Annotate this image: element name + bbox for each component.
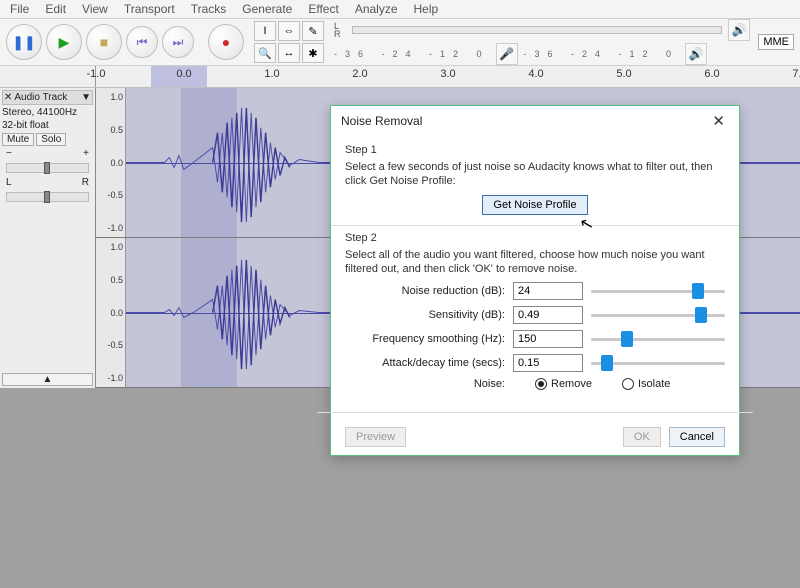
noise-removal-dialog: Noise Removal ✕ Step 1 Select a few seco…: [330, 105, 740, 456]
host-select[interactable]: MME: [758, 34, 794, 50]
mute-button[interactable]: Mute: [2, 133, 34, 146]
speaker2-icon[interactable]: 🔊: [685, 43, 707, 65]
record-button[interactable]: ●: [208, 24, 244, 60]
solo-button[interactable]: Solo: [36, 133, 66, 146]
skip-end-button[interactable]: ⏭: [162, 26, 194, 58]
time-ruler[interactable]: -1.0 0.0 1.0 2.0 3.0 4.0 5.0 6.0 7.0: [96, 66, 800, 87]
cancel-button[interactable]: Cancel: [669, 427, 725, 447]
envelope-tool-icon[interactable]: ⇔: [278, 21, 300, 41]
meter-ticks-in: -36 -24 -12 0: [524, 49, 680, 59]
draw-tool-icon[interactable]: ✎: [302, 21, 324, 41]
menu-transport[interactable]: Transport: [118, 2, 181, 16]
menu-analyze[interactable]: Analyze: [349, 2, 404, 16]
gain-plus: +: [83, 148, 89, 159]
freq-smoothing-input[interactable]: [513, 330, 583, 348]
timeshift-tool-icon[interactable]: ↔: [278, 43, 300, 63]
pan-slider[interactable]: [6, 192, 89, 202]
isolate-radio-label: Isolate: [638, 378, 670, 390]
attack-decay-slider[interactable]: [591, 354, 725, 372]
menu-bar: File Edit View Transport Tracks Generate…: [0, 0, 800, 18]
input-meter: -36 -24 -12 0 🎤 -36 -24 -12 0 🔊: [334, 43, 750, 65]
menu-file[interactable]: File: [4, 2, 35, 16]
menu-tracks[interactable]: Tracks: [185, 2, 233, 16]
menu-generate[interactable]: Generate: [236, 2, 298, 16]
step1-heading: Step 1: [345, 144, 725, 156]
close-icon[interactable]: ✕: [708, 112, 729, 130]
track-format2: 32-bit float: [2, 120, 93, 131]
freq-smoothing-slider[interactable]: [591, 330, 725, 348]
get-noise-profile-button[interactable]: Get Noise Profile: [482, 195, 587, 215]
track-control-panel: ✕ Audio Track ▼ Stereo, 44100Hz 32-bit f…: [0, 88, 96, 388]
edit-tools: I ⇔ ✎ 🔍 ↔ ✱: [254, 21, 324, 63]
freq-smoothing-label: Frequency smoothing (Hz):: [345, 333, 505, 345]
pan-l: L: [6, 177, 12, 188]
mic-icon[interactable]: 🎤: [496, 43, 518, 65]
step1-desc: Select a few seconds of just noise so Au…: [345, 160, 725, 189]
tick: 4.0: [528, 68, 543, 80]
speaker-icon[interactable]: 🔊: [728, 19, 750, 41]
track-menu-icon[interactable]: ▼: [81, 92, 91, 103]
toolbar: ❚❚ ▶ ■ ⏮ ⏭ ● I ⇔ ✎ 🔍 ↔ ✱ LR 🔊 -36 -24 -1…: [0, 18, 800, 66]
menu-edit[interactable]: Edit: [39, 2, 72, 16]
track-close-icon[interactable]: ✕: [4, 92, 12, 103]
pan-r: R: [82, 177, 89, 188]
ok-button[interactable]: OK: [623, 427, 661, 447]
meters: LR 🔊 -36 -24 -12 0 🎤 -36 -24 -12 0 🔊: [334, 19, 750, 65]
noise-reduction-label: Noise reduction (dB):: [345, 285, 505, 297]
sensitivity-input[interactable]: [513, 306, 583, 324]
pause-button[interactable]: ❚❚: [6, 24, 42, 60]
isolate-radio[interactable]: [622, 378, 634, 390]
attack-decay-label: Attack/decay time (secs):: [345, 357, 505, 369]
step2-heading: Step 2: [345, 232, 725, 244]
selection-tool-icon[interactable]: I: [254, 21, 276, 41]
gain-minus: −: [6, 148, 12, 159]
step2-desc: Select all of the audio you want filtere…: [345, 248, 725, 277]
output-meter: LR 🔊: [334, 19, 750, 41]
tick: 2.0: [352, 68, 367, 80]
meter-ticks-out: -36 -24 -12 0: [334, 49, 490, 59]
tick: -1.0: [87, 68, 106, 80]
track-collapse-icon[interactable]: ▲: [2, 373, 93, 386]
menu-view[interactable]: View: [76, 2, 114, 16]
tick: 0.0: [176, 68, 191, 80]
tick: 1.0: [264, 68, 279, 80]
sensitivity-slider[interactable]: [591, 306, 725, 324]
noise-label: Noise:: [345, 378, 505, 390]
menu-help[interactable]: Help: [408, 2, 445, 16]
sensitivity-label: Sensitivity (dB):: [345, 309, 505, 321]
track-format1: Stereo, 44100Hz: [2, 107, 93, 118]
dialog-title: Noise Removal: [341, 114, 422, 128]
tick: 5.0: [616, 68, 631, 80]
track-name[interactable]: Audio Track: [14, 92, 79, 103]
amp-ruler-right: 1.0 0.5 0.0 -0.5 -1.0: [96, 238, 126, 387]
menu-effect[interactable]: Effect: [302, 2, 344, 16]
tick: 3.0: [440, 68, 455, 80]
lr-label-out: LR: [334, 22, 346, 38]
tick: 7.0: [792, 68, 800, 80]
multi-tool-icon[interactable]: ✱: [302, 43, 324, 63]
amp-ruler-left: 1.0 0.5 0.0 -0.5 -1.0: [96, 88, 126, 237]
zoom-tool-icon[interactable]: 🔍: [254, 43, 276, 63]
timeline: -1.0 0.0 1.0 2.0 3.0 4.0 5.0 6.0 7.0: [0, 66, 800, 88]
skip-start-button[interactable]: ⏮: [126, 26, 158, 58]
tick: 6.0: [704, 68, 719, 80]
stop-button[interactable]: ■: [86, 24, 122, 60]
preview-button[interactable]: Preview: [345, 427, 406, 447]
noise-reduction-slider[interactable]: [591, 282, 725, 300]
remove-radio[interactable]: [535, 378, 547, 390]
play-button[interactable]: ▶: [46, 24, 82, 60]
gain-slider[interactable]: [6, 163, 89, 173]
noise-reduction-input[interactable]: [513, 282, 583, 300]
attack-decay-input[interactable]: [513, 354, 583, 372]
meter-bar-out[interactable]: [352, 26, 722, 34]
remove-radio-label: Remove: [551, 378, 592, 390]
